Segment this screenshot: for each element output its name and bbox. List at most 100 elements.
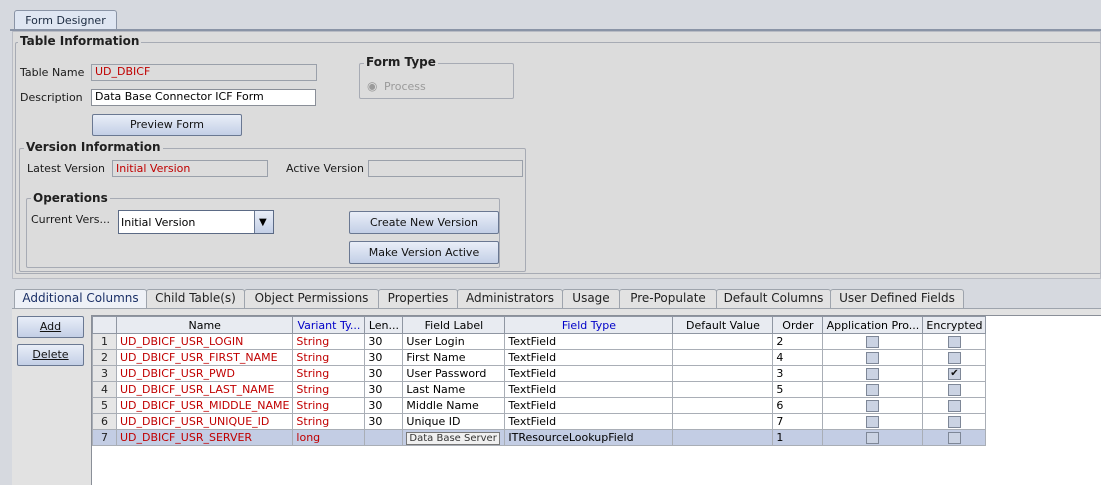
- cell-variant-type[interactable]: String: [292, 381, 366, 398]
- cell-application-profile[interactable]: [822, 397, 924, 414]
- tab-additional-columns[interactable]: Additional Columns: [14, 289, 147, 309]
- cell-application-profile[interactable]: [822, 413, 924, 430]
- delete-button[interactable]: Delete: [17, 344, 84, 366]
- column-header-application-profile[interactable]: Application Pro...: [822, 316, 924, 334]
- cell-field-type[interactable]: TextField: [504, 349, 674, 366]
- make-version-active-button[interactable]: Make Version Active: [349, 241, 499, 264]
- current-version-dropdown[interactable]: Initial Version ▼: [118, 210, 274, 234]
- cell-name[interactable]: UD_DBICF_USR_LOGIN: [115, 333, 294, 350]
- cell-order[interactable]: 3: [772, 365, 824, 382]
- cell-field-type[interactable]: TextField: [504, 413, 674, 430]
- table-row[interactable]: 3 UD_DBICF_USR_PWD String 30 User Passwo…: [92, 365, 987, 382]
- column-header-encrypted[interactable]: Encrypted: [922, 316, 987, 334]
- encrypted-checkbox[interactable]: [947, 432, 961, 444]
- encrypted-checkbox[interactable]: [947, 400, 961, 412]
- cell-default-value[interactable]: [672, 365, 774, 382]
- cell-field-type[interactable]: TextField: [504, 381, 674, 398]
- active-version-field[interactable]: [368, 160, 523, 177]
- tab-child-tables[interactable]: Child Table(s): [146, 289, 245, 308]
- cell-length[interactable]: 30: [364, 365, 404, 382]
- add-button[interactable]: Add: [17, 316, 84, 338]
- cell-encrypted[interactable]: ✔: [922, 365, 987, 382]
- cell-field-type[interactable]: TextField: [504, 397, 674, 414]
- encrypted-checkbox[interactable]: [947, 352, 961, 364]
- application-profile-checkbox[interactable]: [866, 336, 880, 348]
- preview-form-button[interactable]: Preview Form: [92, 114, 242, 136]
- cell-variant-type[interactable]: long: [292, 429, 366, 446]
- cell-default-value[interactable]: [672, 333, 774, 350]
- cell-application-profile[interactable]: [822, 333, 924, 350]
- application-profile-checkbox[interactable]: [866, 352, 880, 364]
- cell-field-type[interactable]: TextField: [504, 333, 674, 350]
- tab-usage[interactable]: Usage: [562, 289, 620, 308]
- cell-order[interactable]: 5: [772, 381, 824, 398]
- cell-order[interactable]: 7: [772, 413, 824, 430]
- tab-properties[interactable]: Properties: [378, 289, 458, 308]
- cell-default-value[interactable]: [672, 397, 774, 414]
- cell-field-label[interactable]: User Login: [402, 333, 506, 350]
- cell-encrypted[interactable]: [922, 429, 987, 446]
- cell-length[interactable]: [364, 429, 404, 446]
- application-profile-checkbox[interactable]: [866, 384, 880, 396]
- application-profile-checkbox[interactable]: [866, 368, 880, 380]
- encrypted-checkbox[interactable]: [947, 416, 961, 428]
- application-profile-checkbox[interactable]: [866, 432, 880, 444]
- cell-name[interactable]: UD_DBICF_USR_LAST_NAME: [115, 381, 294, 398]
- cell-variant-type[interactable]: String: [292, 365, 366, 382]
- cell-encrypted[interactable]: [922, 333, 987, 350]
- application-profile-checkbox[interactable]: [866, 400, 880, 412]
- cell-variant-type[interactable]: String: [292, 333, 366, 350]
- tab-pre-populate[interactable]: Pre-Populate: [619, 289, 717, 308]
- cell-name[interactable]: UD_DBICF_USR_SERVER: [115, 429, 294, 446]
- column-header-name[interactable]: Name: [115, 316, 294, 334]
- column-header-order[interactable]: Order: [772, 316, 824, 334]
- cell-application-profile[interactable]: [822, 365, 924, 382]
- cell-variant-type[interactable]: String: [292, 349, 366, 366]
- encrypted-checkbox[interactable]: [947, 384, 961, 396]
- latest-version-field[interactable]: Initial Version: [112, 160, 268, 177]
- cell-field-label[interactable]: Last Name: [402, 381, 506, 398]
- column-header-variant-type[interactable]: Variant Ty...: [292, 316, 366, 334]
- create-new-version-button[interactable]: Create New Version: [349, 211, 499, 234]
- cell-field-label[interactable]: Middle Name: [402, 397, 506, 414]
- column-header-field-label[interactable]: Field Label: [402, 316, 506, 334]
- cell-name[interactable]: UD_DBICF_USR_UNIQUE_ID: [115, 413, 294, 430]
- cell-default-value[interactable]: [672, 349, 774, 366]
- cell-length[interactable]: 30: [364, 349, 404, 366]
- process-radio[interactable]: ◉: [367, 79, 377, 93]
- field-label-editor[interactable]: Data Base Server: [406, 431, 500, 445]
- cell-encrypted[interactable]: [922, 397, 987, 414]
- cell-length[interactable]: 30: [364, 381, 404, 398]
- cell-order[interactable]: 4: [772, 349, 824, 366]
- table-row[interactable]: 4 UD_DBICF_USR_LAST_NAME String 30 Last …: [92, 381, 987, 398]
- cell-application-profile[interactable]: [822, 429, 924, 446]
- tab-administrators[interactable]: Administrators: [457, 289, 563, 308]
- cell-field-type[interactable]: TextField: [504, 365, 674, 382]
- cell-order[interactable]: 1: [772, 429, 824, 446]
- cell-encrypted[interactable]: [922, 349, 987, 366]
- table-row[interactable]: 5 UD_DBICF_USR_MIDDLE_NAME String 30 Mid…: [92, 397, 987, 414]
- cell-default-value[interactable]: [672, 429, 774, 446]
- cell-field-label[interactable]: Unique ID: [402, 413, 506, 430]
- encrypted-checkbox[interactable]: [947, 336, 961, 348]
- cell-default-value[interactable]: [672, 381, 774, 398]
- cell-order[interactable]: 6: [772, 397, 824, 414]
- dropdown-arrow[interactable]: ▼: [254, 211, 273, 233]
- tab-user-defined-fields[interactable]: User Defined Fields: [830, 289, 964, 308]
- cell-length[interactable]: 30: [364, 413, 404, 430]
- cell-application-profile[interactable]: [822, 381, 924, 398]
- cell-field-label[interactable]: Data Base Server: [402, 429, 506, 446]
- tab-default-columns[interactable]: Default Columns: [716, 289, 831, 308]
- cell-default-value[interactable]: [672, 413, 774, 430]
- table-row[interactable]: 2 UD_DBICF_USR_FIRST_NAME String 30 Firs…: [92, 349, 987, 366]
- cell-length[interactable]: 30: [364, 333, 404, 350]
- application-profile-checkbox[interactable]: [866, 416, 880, 428]
- table-name-field[interactable]: UD_DBICF: [91, 64, 317, 81]
- cell-field-type[interactable]: ITResourceLookupField: [504, 429, 674, 446]
- column-header-length[interactable]: Len...: [364, 316, 404, 334]
- cell-field-label[interactable]: First Name: [402, 349, 506, 366]
- cell-name[interactable]: UD_DBICF_USR_MIDDLE_NAME: [115, 397, 294, 414]
- cell-length[interactable]: 30: [364, 397, 404, 414]
- column-header-default-value[interactable]: Default Value: [672, 316, 774, 334]
- encrypted-checkbox-checked[interactable]: ✔: [947, 368, 961, 380]
